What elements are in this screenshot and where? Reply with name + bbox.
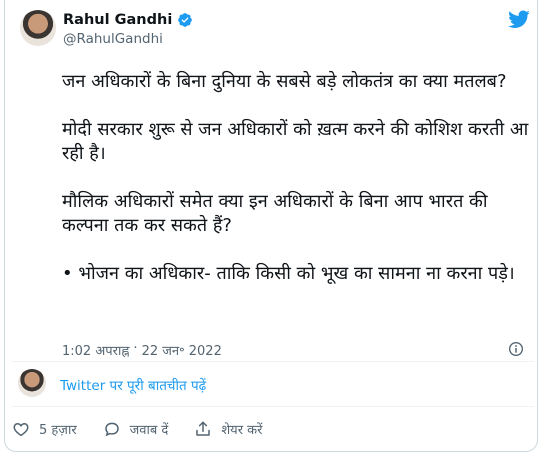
tweet-timestamp[interactable]: 1:02 अपराह्न · 22 जन॰ 2022 (62, 341, 222, 359)
tweet-date[interactable]: 22 जन॰ 2022 (142, 341, 222, 359)
reply-button[interactable]: जवाब दें (103, 420, 169, 438)
heart-icon[interactable] (12, 420, 30, 438)
share-button[interactable]: शेयर करें (194, 420, 262, 438)
tweet-paragraph: मोदी सरकार शुरू से जन अधिकारों को ख़त्म … (62, 118, 529, 165)
reply-icon[interactable] (103, 420, 121, 438)
info-icon[interactable] (508, 341, 524, 357)
author-name-row[interactable]: Rahul Gandhi (63, 11, 193, 29)
reply-label[interactable]: जवाब दें (130, 420, 169, 438)
share-icon[interactable] (194, 420, 212, 438)
tweet-paragraph: • भोजन का अधिकार- ताकि किसी को भूख का सा… (62, 262, 515, 284)
share-label[interactable]: शेयर करें (221, 420, 262, 438)
avatar-small (18, 369, 46, 397)
tweet-body: जन अधिकारों के बिना दुनिया के सबसे बड़े … (62, 70, 532, 309)
meta-separator: · (133, 341, 138, 356)
divider (12, 406, 534, 407)
action-bar: 5 हज़ार जवाब दें शेयर करें (12, 420, 288, 438)
author-handle[interactable]: @RahulGandhi (63, 31, 193, 47)
divider (12, 361, 534, 362)
twitter-bird-icon[interactable] (506, 8, 532, 30)
avatar[interactable] (20, 10, 56, 46)
tweet-time[interactable]: 1:02 अपराह्न (62, 341, 129, 359)
author-block[interactable]: Rahul Gandhi @RahulGandhi (63, 11, 193, 47)
tweet-paragraph: जन अधिकारों के बिना दुनिया के सबसे बड़े … (62, 71, 507, 92)
author-name[interactable]: Rahul Gandhi (63, 11, 172, 29)
tweet-paragraph: मौलिक अधिकारों समेत क्या इन अधिकारों के … (62, 190, 488, 237)
read-full-conversation-link[interactable]: Twitter पर पूरी बातचीत पढ़ें (60, 376, 206, 394)
like-count[interactable]: 5 हज़ार (39, 420, 77, 438)
like-button[interactable]: 5 हज़ार (12, 420, 77, 438)
verified-badge-icon (178, 13, 193, 27)
